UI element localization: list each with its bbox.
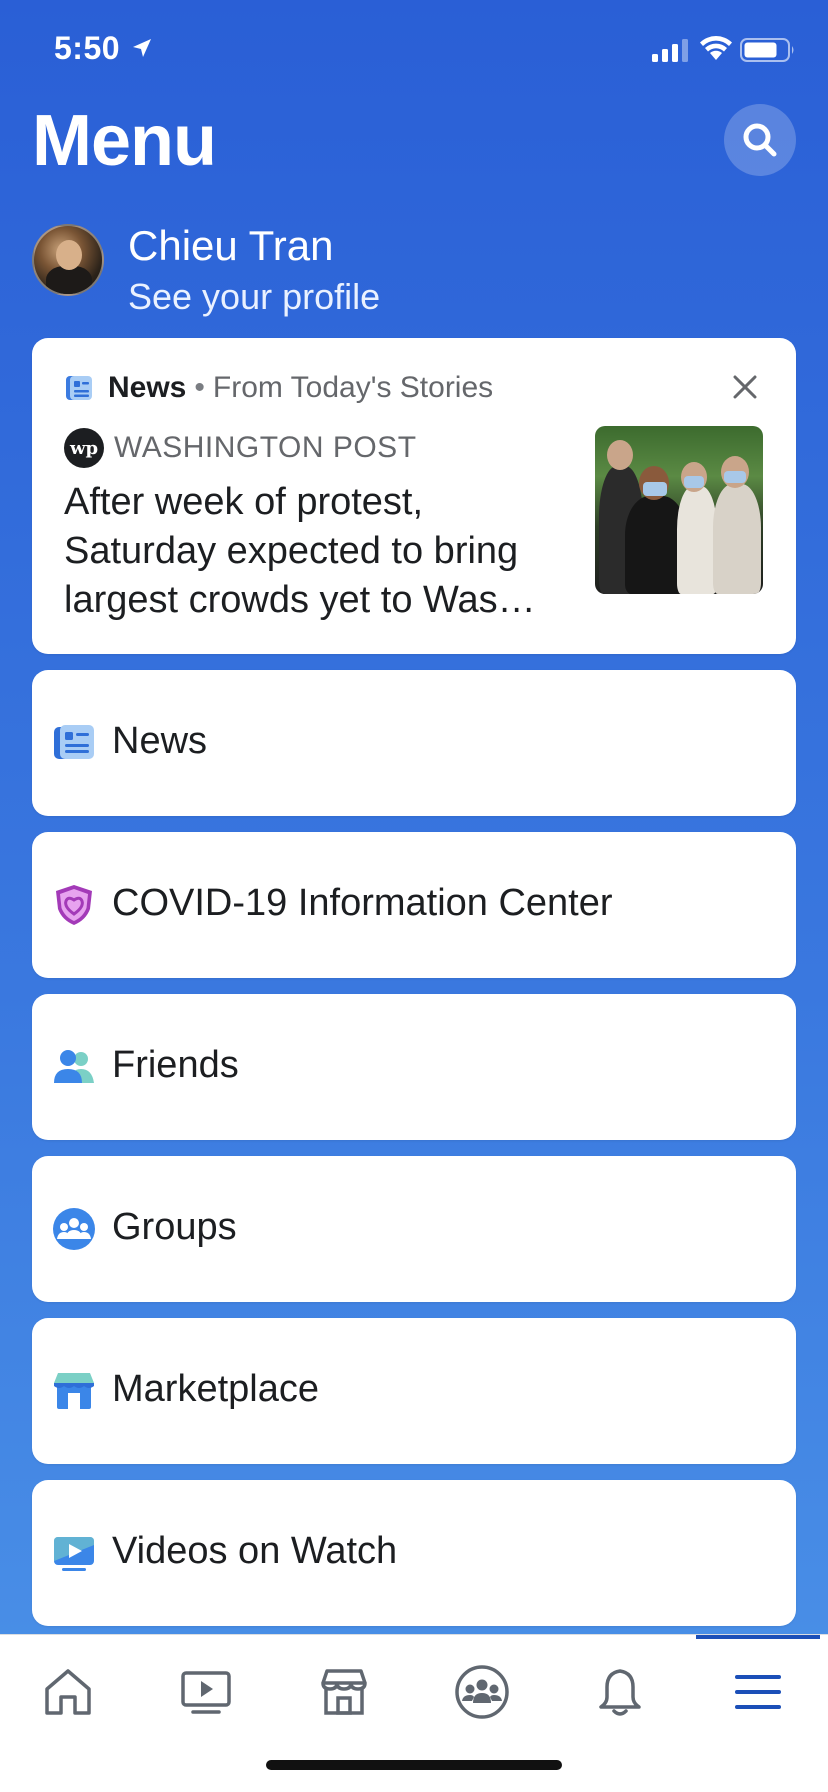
menu-item-label: COVID-19 Information Center [112,882,613,924]
friends-icon [54,1050,94,1083]
groups-icon [53,1208,95,1250]
menu-item-label: Friends [112,1044,239,1086]
groups-tab-icon [455,1665,509,1719]
news-card-header: News • From Today's Stories [64,368,493,408]
publisher-name: WASHINGTON POST [114,431,417,464]
search-button[interactable] [724,104,796,176]
page-title: Menu [32,101,217,181]
tab-watch[interactable] [156,1657,256,1727]
profile-row[interactable]: Chieu Tran See your profile [32,218,792,318]
publisher-row: wp WASHINGTON POST [64,428,417,468]
marketplace-tab-icon [321,1669,367,1715]
location-arrow-icon [133,39,151,57]
avatar[interactable] [32,224,104,296]
washington-post-logo-icon: wp [64,428,104,468]
menu-item-friends[interactable]: Friends [32,994,796,1140]
marketplace-icon [54,1373,94,1409]
profile-name[interactable]: Chieu Tran [128,222,333,270]
menu-item-marketplace[interactable]: Marketplace [32,1318,796,1464]
wifi-icon [700,36,732,60]
menu-item-label: News [112,720,208,762]
tab-notifications[interactable] [570,1657,670,1727]
menu-item-covid-info-center[interactable]: COVID-19 Information Center [32,832,796,978]
menu-item-label: Groups [112,1206,237,1248]
tab-menu[interactable] [708,1657,808,1727]
menu-item-videos-on-watch[interactable]: Videos on Watch [32,1480,796,1626]
see-profile-link[interactable]: See your profile [128,276,380,318]
watch-tab-icon [181,1671,231,1714]
menu-item-news[interactable]: News [32,670,796,816]
menu-item-groups[interactable]: Groups [32,1156,796,1302]
menu-item-label: Videos on Watch [112,1530,398,1572]
news-story-card[interactable]: News • From Today's Stories wp WASHINGTO… [32,338,796,654]
close-icon[interactable] [728,370,762,404]
active-tab-indicator [696,1635,820,1639]
battery-icon [740,38,794,62]
home-indicator[interactable] [266,1760,562,1770]
news-card-source: From Today's Stories [212,371,494,404]
tab-groups[interactable] [432,1657,532,1727]
menu-icon [735,1675,781,1709]
news-headline[interactable]: After week of protest, Saturday expected… [64,478,564,625]
notifications-icon [599,1669,641,1716]
watch-icon [54,1537,94,1571]
news-card-section: News [108,371,187,404]
tab-marketplace[interactable] [294,1657,394,1727]
news-icon [54,725,94,759]
covid-shield-icon [56,885,92,925]
search-icon [743,123,777,157]
news-thumbnail[interactable] [595,426,763,594]
cellular-signal-icon [652,39,688,62]
separator-dot: • [194,371,205,404]
tab-home[interactable] [18,1657,118,1727]
news-icon [66,376,92,400]
status-time: 5:50 [54,30,121,66]
menu-item-label: Marketplace [112,1368,319,1410]
status-bar: 5:50 [0,0,828,100]
home-icon [45,1669,91,1715]
